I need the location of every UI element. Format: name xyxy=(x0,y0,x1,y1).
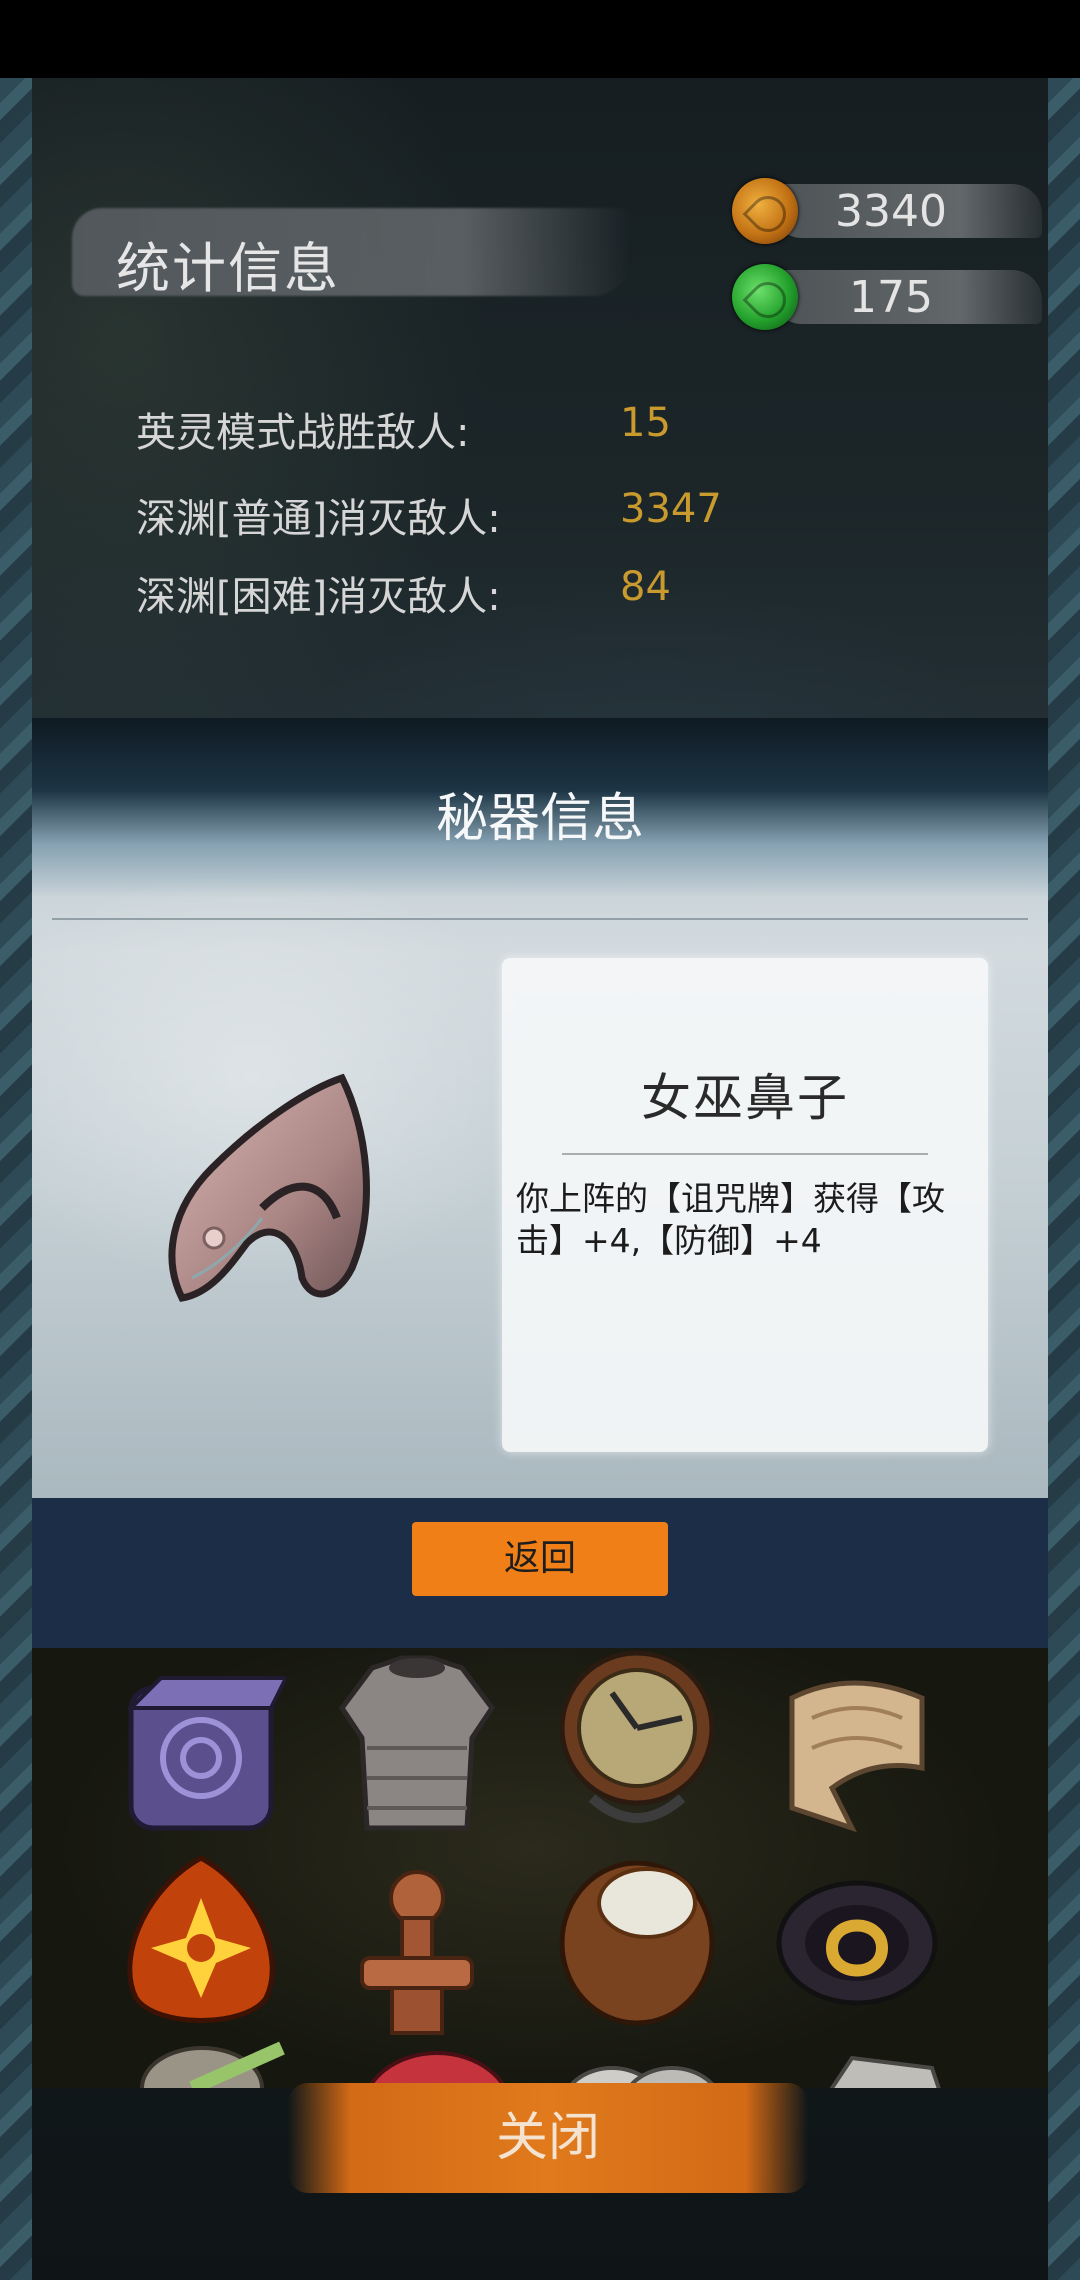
stat-row-abyss-normal: 深渊[普通]消灭敌人: 3347 xyxy=(136,486,722,544)
stat-label: 深渊[困难]消灭敌人: xyxy=(136,574,501,620)
witch-nose-icon xyxy=(168,1073,370,1302)
left-border xyxy=(0,78,32,2280)
right-border xyxy=(1048,78,1080,2280)
bandage-scroll-icon[interactable] xyxy=(772,1658,942,1848)
currency-value: 3340 xyxy=(835,186,947,237)
stats-title: 统计信息 xyxy=(116,237,340,300)
red-shell-icon[interactable] xyxy=(352,2043,522,2088)
chainmail-armor-icon[interactable] xyxy=(332,1648,502,1838)
relic-description-card: 女巫鼻子 你上阵的【诅咒牌】获得【攻击】+4,【防御】+4 xyxy=(502,958,988,1452)
stat-label: 深渊[普通]消灭敌人: xyxy=(136,496,501,542)
gold-knot-belt-icon[interactable] xyxy=(772,1848,942,2038)
currency-green: 175 xyxy=(732,264,1042,330)
coconut-icon[interactable] xyxy=(552,1838,722,2028)
currency-value: 175 xyxy=(849,272,933,323)
statistics-screen: 统计信息 3340 175 英灵模式战胜敌人: 15 深渊[普通]消灭敌人: 3… xyxy=(32,78,1048,2280)
relic-grid xyxy=(32,1648,1048,2088)
stat-row-abyss-hard: 深渊[困难]消灭敌人: 84 xyxy=(136,564,671,622)
stat-value: 15 xyxy=(620,400,671,446)
return-button[interactable]: 返回 xyxy=(412,1522,668,1596)
rune-dice-icon[interactable] xyxy=(116,1658,286,1848)
grey-stones-icon[interactable] xyxy=(552,2048,722,2088)
stat-value: 84 xyxy=(620,564,671,610)
wooden-totem-icon[interactable] xyxy=(332,1848,502,2038)
clockwork-compass-icon[interactable] xyxy=(552,1648,722,1838)
name-divider xyxy=(562,1153,928,1155)
fire-rune-stone-icon[interactable] xyxy=(116,1848,286,2038)
status-bar xyxy=(0,0,1080,78)
dialog-button-band: 返回 xyxy=(32,1498,1048,1648)
relic-info-dialog: 秘器信息 女巫鼻子 你上阵的【诅咒牌】获得【攻击】+4,【防御】+4 xyxy=(32,718,1048,1498)
herb-bundle-icon[interactable] xyxy=(132,2028,302,2088)
divider xyxy=(52,918,1028,920)
stat-row-hero-mode: 英灵模式战胜敌人: 15 xyxy=(136,400,671,458)
stat-value: 3347 xyxy=(620,486,722,532)
dialog-title: 秘器信息 xyxy=(435,789,644,849)
relic-description: 你上阵的【诅咒牌】获得【攻击】+4,【防御】+4 xyxy=(516,1179,945,1260)
relic-name: 女巫鼻子 xyxy=(641,1069,849,1127)
green-gem-icon xyxy=(732,264,798,330)
rock-icon[interactable] xyxy=(792,2038,962,2088)
stat-label: 英灵模式战胜敌人: xyxy=(136,410,470,456)
orange-gem-icon xyxy=(732,178,798,244)
close-button[interactable]: 关闭 xyxy=(288,2083,808,2193)
currency-orange: 3340 xyxy=(732,178,1042,244)
